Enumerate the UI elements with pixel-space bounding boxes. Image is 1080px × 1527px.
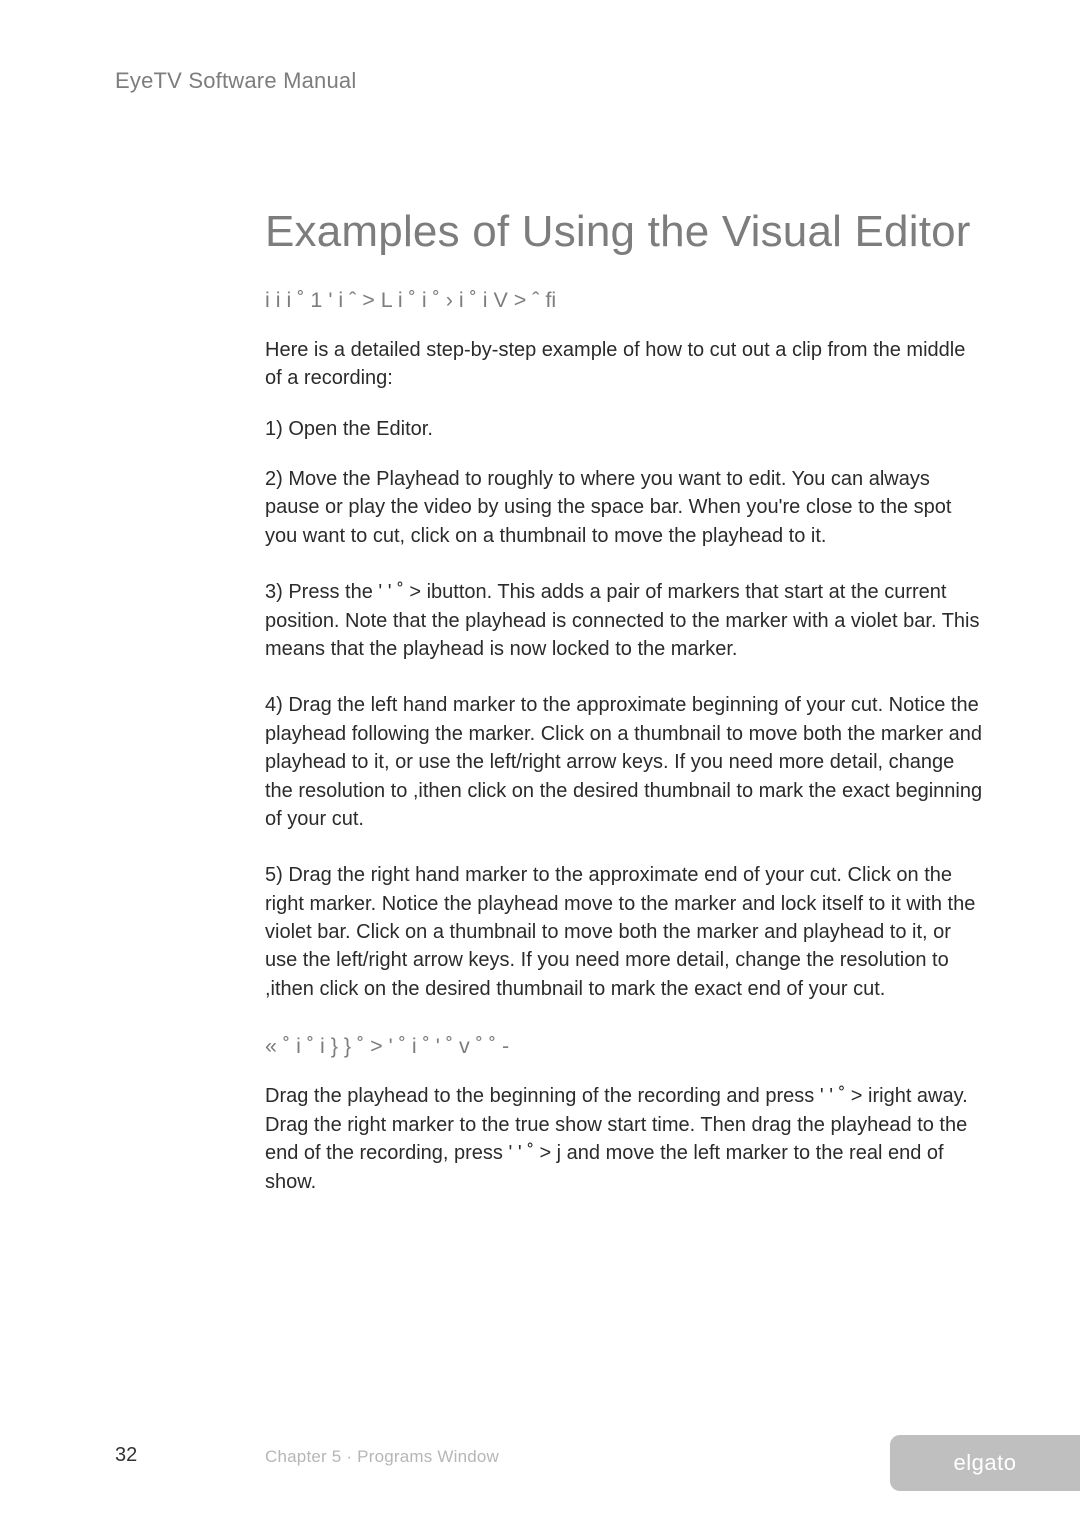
paragraph-6: Drag the playhead to the beginning of th… xyxy=(265,1082,985,1196)
paragraph-step4: 4) Drag the left hand marker to the appr… xyxy=(265,691,985,833)
content-area: Examples of Using the Visual Editor i i … xyxy=(265,205,985,1224)
body-text-2: Drag the playhead to the beginning of th… xyxy=(265,1082,985,1196)
page-footer: 32 Chapter 5 · Programs Window elgato xyxy=(0,1457,1080,1527)
brand-tab: elgato xyxy=(890,1435,1080,1491)
section-heading-2: « ˚ i ˚ i } } ˚ > ' ˚ i ˚ ' ˚ v ˚ ˚ - xyxy=(265,1031,985,1062)
section-heading-1: i i i ˚ 1 ' i ˆ > L i ˚ i ˚ › i ˚ i V > … xyxy=(265,285,985,316)
body-text: Here is a detailed step-by-step example … xyxy=(265,336,985,1003)
paragraph-step2: 2) Move the Playhead to roughly to where… xyxy=(265,465,985,550)
page: EyeTV Software Manual Examples of Using … xyxy=(0,0,1080,1527)
page-title: Examples of Using the Visual Editor xyxy=(265,205,985,259)
paragraph-step5: 5) Drag the right hand marker to the app… xyxy=(265,861,985,1003)
running-header: EyeTV Software Manual xyxy=(115,68,356,94)
paragraph-intro: Here is a detailed step-by-step example … xyxy=(265,336,985,393)
page-number: 32 xyxy=(115,1444,137,1467)
paragraph-step3: 3) Press the ' ' ˚ > ibutton. This adds … xyxy=(265,578,985,663)
paragraph-step1: 1) Open the Editor. xyxy=(265,415,985,443)
brand-label: elgato xyxy=(954,1450,1017,1476)
chapter-label: Chapter 5 · Programs Window xyxy=(265,1447,499,1467)
